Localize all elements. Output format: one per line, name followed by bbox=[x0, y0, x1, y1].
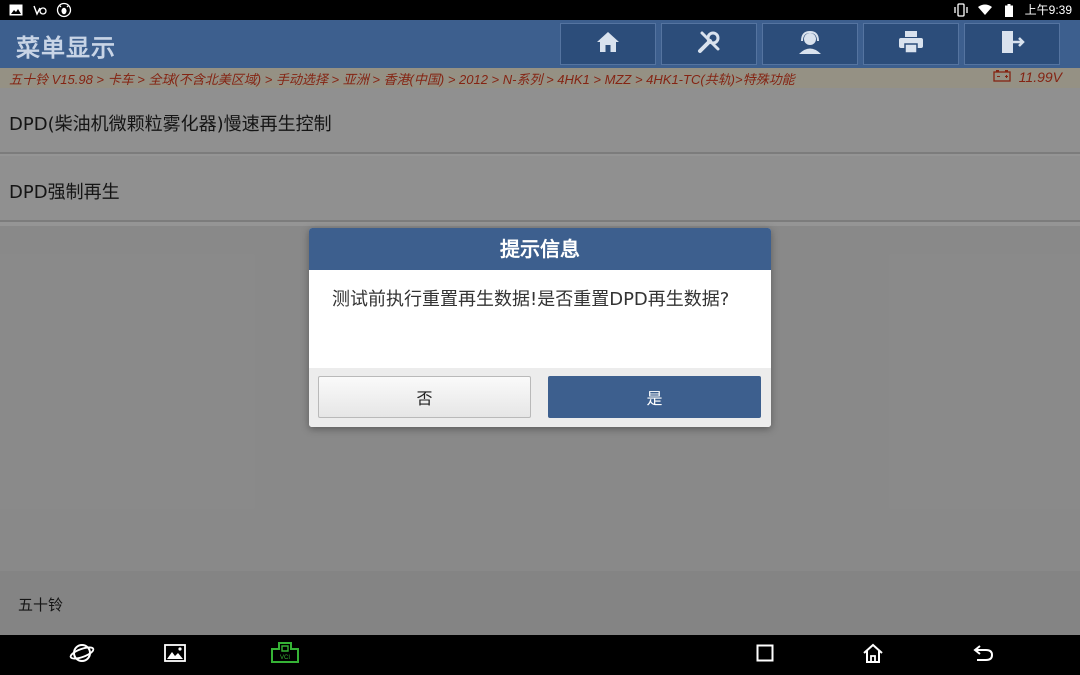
print-button[interactable] bbox=[863, 23, 959, 65]
page-title: 菜单显示 bbox=[16, 34, 116, 62]
home-button[interactable] bbox=[560, 23, 656, 65]
exit-button[interactable] bbox=[964, 23, 1060, 65]
vci-label: VCI bbox=[280, 655, 290, 661]
recents-button[interactable] bbox=[752, 643, 778, 667]
tools-icon bbox=[696, 29, 722, 59]
support-icon bbox=[796, 29, 824, 59]
app-header: 菜单显示 bbox=[0, 20, 1080, 68]
clock: 上午9:39 bbox=[1024, 3, 1072, 17]
voicemail-icon bbox=[32, 2, 48, 18]
image-icon bbox=[8, 2, 24, 18]
wifi-icon bbox=[977, 2, 993, 18]
browser-icon bbox=[69, 641, 95, 669]
gallery-icon bbox=[164, 644, 186, 666]
prompt-dialog: 提示信息 测试前执行重置再生数据!是否重置DPD再生数据? 否 是 bbox=[309, 228, 771, 427]
yes-button[interactable]: 是 bbox=[548, 376, 761, 418]
back-icon bbox=[972, 644, 994, 666]
print-icon bbox=[898, 30, 924, 58]
home-nav-icon bbox=[862, 643, 884, 667]
home-nav-button[interactable] bbox=[860, 643, 886, 667]
no-button[interactable]: 否 bbox=[318, 376, 531, 418]
vci-button[interactable]: VCI bbox=[270, 641, 300, 669]
browser-button[interactable] bbox=[69, 643, 95, 667]
recents-icon bbox=[756, 644, 774, 666]
exit-icon bbox=[999, 29, 1025, 59]
dialog-actions: 否 是 bbox=[309, 368, 771, 427]
home-icon bbox=[595, 30, 621, 58]
dialog-message: 测试前执行重置再生数据!是否重置DPD再生数据? bbox=[332, 289, 730, 310]
vci-icon: VCI bbox=[270, 641, 300, 669]
bug-icon bbox=[56, 2, 72, 18]
tools-button[interactable] bbox=[661, 23, 757, 65]
support-button[interactable] bbox=[762, 23, 858, 65]
vibrate-icon bbox=[953, 2, 969, 18]
status-bar: 上午9:39 bbox=[0, 0, 1080, 20]
back-button[interactable] bbox=[970, 643, 996, 667]
navigation-bar: VCI bbox=[0, 635, 1080, 675]
gallery-button[interactable] bbox=[162, 643, 188, 667]
battery-icon bbox=[1001, 2, 1017, 18]
dialog-title: 提示信息 bbox=[309, 228, 771, 270]
